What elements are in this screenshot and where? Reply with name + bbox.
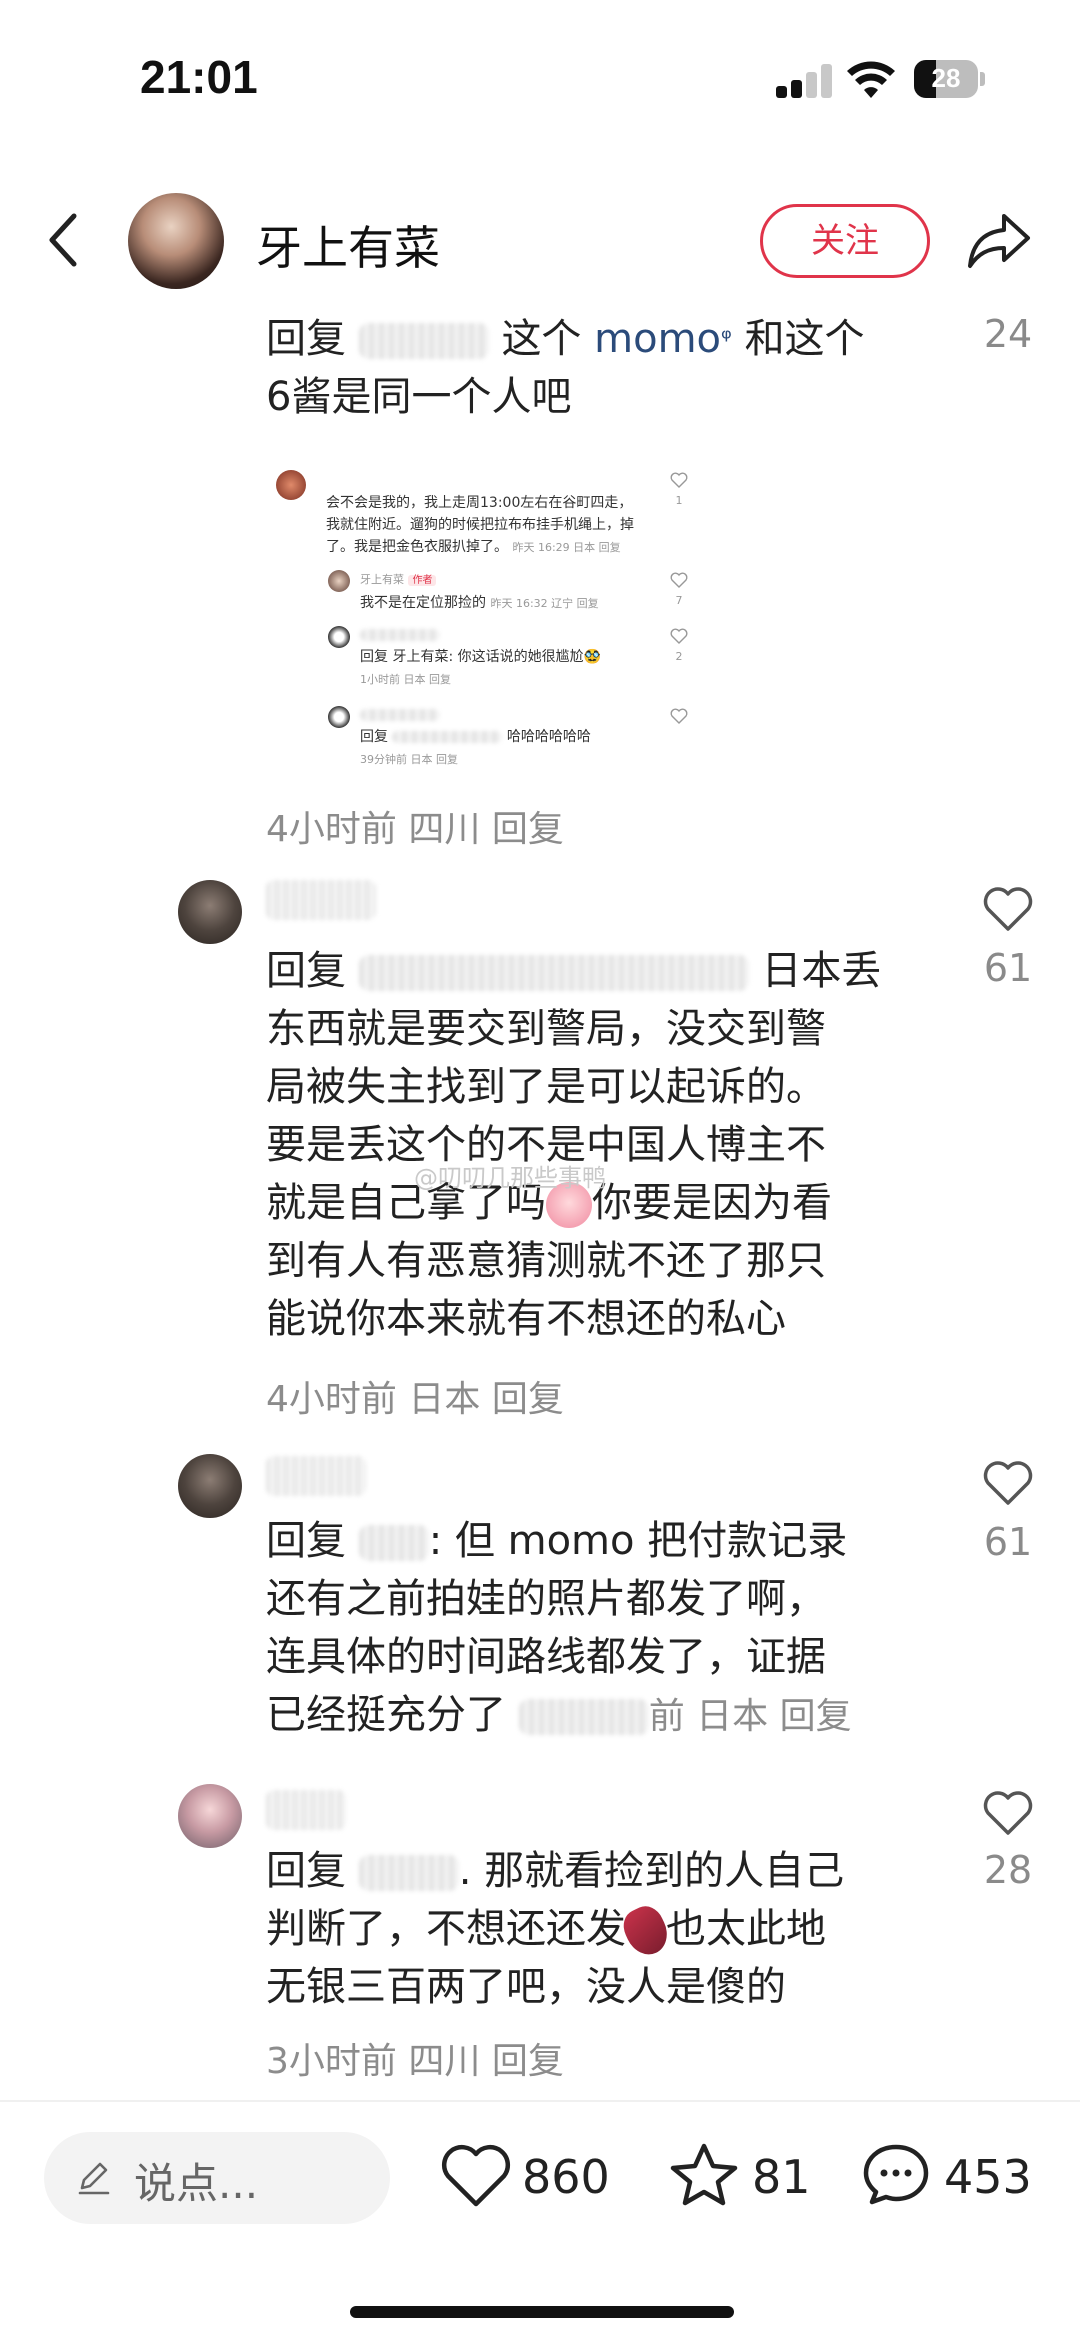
author-name[interactable]: 牙上有菜 [256, 212, 440, 278]
blurred-username[interactable] [266, 880, 376, 920]
heart-icon[interactable] [982, 1790, 1034, 1836]
blurred-username [358, 1855, 459, 1891]
like-count: 28 [983, 1848, 1033, 1892]
reply-prefix: 回复 [266, 316, 346, 362]
cellular-signal-icon [776, 64, 834, 98]
battery-level: 28 [931, 63, 961, 93]
heart-icon [670, 572, 688, 588]
heart-icon[interactable] [982, 886, 1034, 932]
comment-text: 6酱是同一个人吧 [266, 374, 572, 420]
pencil-icon [78, 2162, 110, 2195]
avatar [328, 706, 350, 728]
status-time: 21:01 [140, 51, 258, 103]
embedded-screenshot[interactable]: 会不会是我的，我上走周13:00左右在谷町四走， 我就住附近。遛狗的时候把拉布布… [268, 458, 708, 780]
blurred-username [358, 955, 749, 991]
heart-icon [670, 708, 688, 724]
shot-comment-1: 会不会是我的，我上走周13:00左右在谷町四走， 我就住附近。遛狗的时候把拉布布… [326, 495, 634, 555]
like-count: 24 [983, 312, 1033, 356]
like-count: 1 [675, 494, 683, 507]
comment-3-text: 回复 : 但 momo 把付款记录 还有之前拍娃的照片都发了啊， 连具体的时间路… [266, 1518, 852, 1738]
mention-link[interactable]: momo [594, 316, 721, 362]
avatar[interactable] [178, 1784, 242, 1848]
comment-text: 和这个 [744, 316, 865, 362]
heart-icon [670, 628, 688, 644]
divider [0, 2100, 1080, 2102]
post-comment-count[interactable]: 453 [944, 2150, 1032, 2204]
heart-icon[interactable] [982, 1460, 1034, 1506]
avatar [276, 470, 306, 500]
battery-icon: 28 [914, 60, 986, 98]
reply-link[interactable]: 回复 [492, 1379, 564, 1420]
comment-2-text: 回复 日本丢 东西就是要交到警局，没交到警 局被失主找到了是可以起诉的。 要是丢… [266, 948, 882, 1342]
blurred-username[interactable] [266, 1456, 366, 1496]
comment-2-meta: 4小时前 日本 回复 [266, 1379, 564, 1420]
comment-1-meta: 4小时前 四川 回复 [266, 809, 564, 850]
heart-icon[interactable] [440, 2144, 512, 2208]
wifi-icon [847, 61, 895, 98]
avatar[interactable] [178, 1454, 242, 1518]
comment-3-meta: 前 日本 回复 [648, 1696, 852, 1737]
comment-1-text: 回复 这个 momoᵠ 和这个 6酱是同一个人吧 [266, 310, 1026, 426]
avatar [328, 626, 350, 648]
search-icon[interactable]: ᵠ [721, 324, 732, 354]
avatar [328, 570, 350, 592]
post-favorite-count[interactable]: 81 [752, 2150, 811, 2204]
like-count: 61 [983, 946, 1033, 990]
like-count: 61 [983, 1520, 1033, 1564]
shot-comment-3: 回复 牙上有菜: 你这话说的她很尴尬🥸 1小时前 日本 回复 [360, 624, 601, 691]
blurred-username [358, 1525, 429, 1561]
comment-4-text: 回复 . 那就看捡到的人自己 判断了，不想还还发 也太此地 无银三百两了吧，没人是… [266, 1848, 845, 2010]
star-icon[interactable] [668, 2142, 740, 2206]
reply-link[interactable]: 回复 [492, 2041, 564, 2082]
blurred-username [358, 323, 489, 359]
back-icon[interactable] [44, 210, 84, 270]
reply-link[interactable]: 回复 [492, 809, 564, 850]
blurred-username[interactable] [266, 1790, 346, 1830]
watermark: @叨叨几那些事鸭 [414, 1164, 606, 1192]
like-count: 7 [675, 594, 683, 607]
follow-button[interactable]: 关注 [760, 204, 930, 278]
comment-4-meta: 3小时前 四川 回复 [266, 2041, 564, 2082]
heart-icon [670, 472, 688, 488]
share-icon[interactable] [966, 210, 1032, 272]
shot-comment-2: 牙上有菜 作者 我不是在定位那捡的 昨天 16:32 辽宁 回复 [360, 573, 599, 611]
comment-input-placeholder[interactable]: 说点... [134, 2150, 258, 2211]
avatar[interactable] [178, 880, 242, 944]
comment-text: 这个 [501, 316, 582, 362]
comment-icon[interactable] [860, 2142, 932, 2206]
shot-comment-4: 回复 哈哈哈哈哈哈 39分钟前 日本 回复 [360, 704, 591, 771]
home-indicator[interactable] [350, 2306, 734, 2318]
like-count: 2 [675, 650, 683, 663]
post-like-count[interactable]: 860 [522, 2150, 610, 2204]
author-avatar[interactable] [128, 193, 224, 289]
